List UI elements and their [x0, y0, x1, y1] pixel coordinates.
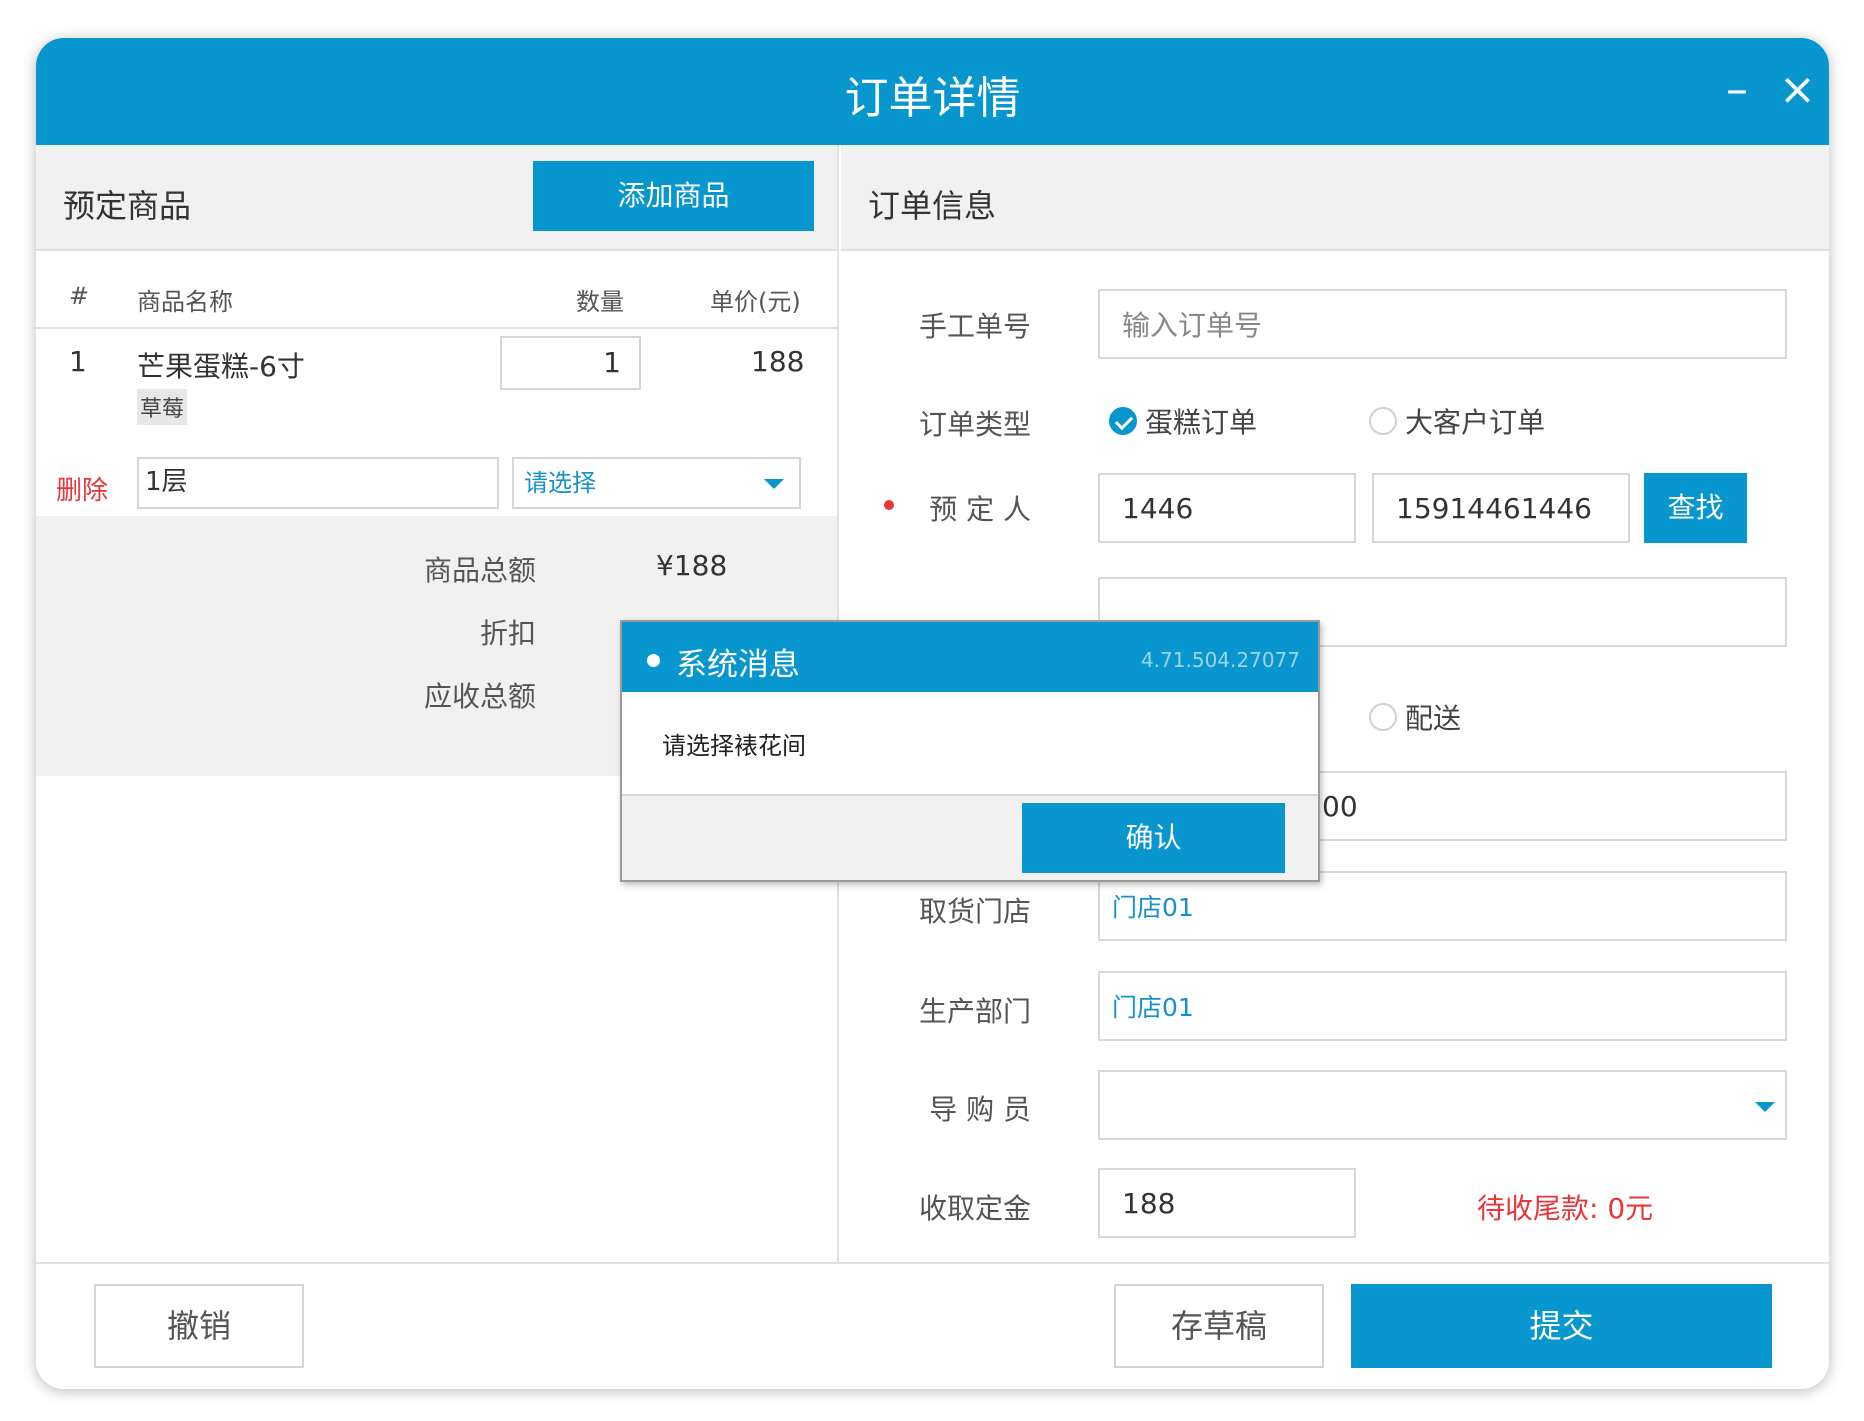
product-tag: 草莓	[137, 389, 188, 425]
col-price: 单价(元)	[710, 288, 801, 316]
footer-bar: 撤销 存草稿 提交	[36, 1262, 1829, 1389]
order-type-label: 订单类型	[918, 408, 1031, 441]
order-detail-window: 订单详情 – × 预定商品 添加商品 # 商品名称 数量 单价(元) 1 芒果蛋…	[36, 38, 1829, 1389]
order-info-title: 订单信息	[868, 187, 997, 225]
row-index: 1	[69, 345, 87, 378]
window-title: 订单详情	[844, 73, 1021, 124]
find-button[interactable]: 查找	[1644, 473, 1747, 543]
submit-button[interactable]: 提交	[1351, 1284, 1772, 1368]
bullet-icon	[647, 654, 660, 667]
dialog-title: 系统消息	[676, 647, 800, 683]
manual-no-label: 手工单号	[918, 310, 1031, 343]
shopping-guide-select[interactable]	[1098, 1070, 1787, 1140]
delete-link[interactable]: 删除	[56, 470, 108, 507]
minimize-icon[interactable]: –	[1726, 68, 1748, 112]
select-placeholder: 请选择	[524, 469, 596, 497]
balance-due-text: 待收尾款: 0元	[1477, 1192, 1654, 1225]
title-bar: 订单详情 – ×	[36, 38, 1829, 145]
header-divider	[36, 327, 837, 329]
layer-input[interactable]: 1层	[137, 457, 499, 509]
booked-products-header: 预定商品 添加商品	[36, 145, 837, 251]
booker-phone-input[interactable]: 15914461446	[1372, 473, 1630, 543]
radio-checked-icon	[1109, 407, 1137, 435]
discount-label: 折扣	[479, 617, 536, 650]
system-message-dialog: 系统消息 4.71.504.27077 请选择裱花间 确认	[620, 620, 1320, 882]
radio-vip-order-label: 大客户订单	[1405, 406, 1546, 439]
production-dept-input[interactable]: 门店01	[1098, 971, 1787, 1041]
booked-products-title: 预定商品	[63, 187, 192, 225]
radio-unchecked-icon	[1369, 703, 1397, 731]
product-name: 芒果蛋糕-6寸	[137, 350, 305, 383]
add-product-button[interactable]: 添加商品	[533, 161, 814, 231]
close-icon[interactable]: ×	[1779, 68, 1816, 112]
product-price: 188	[751, 345, 805, 378]
receivable-label: 应收总额	[423, 680, 536, 713]
manual-no-input[interactable]: 输入订单号	[1098, 289, 1787, 359]
decoration-room-select[interactable]: 请选择	[512, 457, 801, 509]
dialog-message: 请选择裱花间	[662, 732, 806, 760]
production-label: 生产部门	[918, 995, 1031, 1028]
total-label: 商品总额	[423, 554, 536, 587]
radio-delivery-label: 配送	[1405, 702, 1462, 735]
dialog-footer: 确认	[622, 794, 1318, 880]
col-qty: 数量	[576, 288, 624, 316]
dialog-header: 系统消息 4.71.504.27077	[622, 622, 1318, 692]
radio-cake-order-label: 蛋糕订单	[1145, 406, 1258, 439]
deposit-label: 收取定金	[918, 1192, 1031, 1225]
radio-unchecked-icon	[1369, 407, 1397, 435]
cancel-button[interactable]: 撤销	[94, 1284, 304, 1368]
total-value: ¥188	[656, 549, 728, 582]
radio-vip-order[interactable]: 大客户订单	[1369, 401, 1545, 441]
deposit-input[interactable]: 188	[1098, 1168, 1356, 1238]
quantity-input[interactable]: 1	[500, 336, 641, 390]
guide-label: 导 购 员	[929, 1093, 1031, 1126]
radio-delivery[interactable]: 配送	[1369, 697, 1461, 737]
col-name: 商品名称	[137, 288, 233, 316]
pickup-store-label: 取货门店	[918, 895, 1031, 928]
confirm-button[interactable]: 确认	[1022, 803, 1285, 873]
col-index: #	[69, 282, 90, 310]
chevron-down-icon	[1755, 1102, 1775, 1112]
booker-label: 预 定 人	[929, 493, 1031, 526]
chevron-down-icon	[764, 479, 784, 489]
version-text: 4.71.504.27077	[1140, 648, 1300, 672]
order-info-header: 订单信息	[841, 145, 1829, 251]
booker-name-input[interactable]: 1446	[1098, 473, 1356, 543]
radio-cake-order[interactable]: 蛋糕订单	[1109, 401, 1257, 441]
save-draft-button[interactable]: 存草稿	[1114, 1284, 1324, 1368]
